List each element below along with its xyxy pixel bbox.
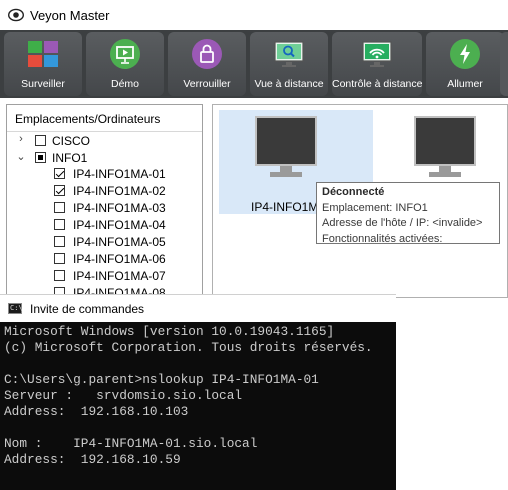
tree-item[interactable]: IP4-INFO1MA-06 bbox=[15, 251, 195, 268]
tree-header-label: Emplacements/Ordinateurs bbox=[15, 112, 161, 126]
remote-view-icon bbox=[274, 41, 304, 67]
console-line: Nom : IP4-INFO1MA-01.sio.local bbox=[4, 436, 258, 451]
tree-item[interactable]: IP4-INFO1MA-05 bbox=[15, 234, 195, 251]
monitor-button[interactable]: Surveiller bbox=[4, 32, 82, 96]
tooltip-status: Déconnecté bbox=[322, 186, 385, 198]
computer-checkbox[interactable] bbox=[54, 219, 65, 230]
tree-group-info1[interactable]: ⌄ INFO1 bbox=[15, 150, 195, 167]
lock-button[interactable]: Verrouiller bbox=[168, 32, 246, 96]
tooltip-address: Adresse de l'hôte / IP: <invalide> bbox=[322, 217, 483, 229]
console-line: (c) Microsoft Corporation. Tous droits r… bbox=[4, 340, 373, 355]
remote-view-button-label: Vue à distance bbox=[254, 78, 324, 90]
remote-control-button[interactable]: Contrôle à distance bbox=[332, 32, 422, 96]
toolbar-overflow-button[interactable] bbox=[500, 32, 508, 96]
demo-button-label: Démo bbox=[110, 78, 139, 90]
monitor-icon bbox=[255, 116, 317, 177]
cmd-titlebar: C:\ Invite de commandes bbox=[0, 294, 396, 322]
tree-item[interactable]: IP4-INFO1MA-07 bbox=[15, 268, 195, 285]
remote-control-button-label: Contrôle à distance bbox=[332, 78, 423, 90]
tree-header: Emplacements/Ordinateurs bbox=[7, 105, 202, 132]
group-checkbox[interactable] bbox=[35, 152, 46, 163]
group-checkbox[interactable] bbox=[35, 135, 46, 146]
cmd-title: Invite de commandes bbox=[30, 302, 145, 316]
cmd-window: C:\ Invite de commandes Microsoft Window… bbox=[0, 294, 396, 490]
computer-checkbox[interactable] bbox=[54, 236, 65, 247]
tree-item[interactable]: IP4-INFO1MA-01 bbox=[15, 166, 195, 183]
power-on-icon bbox=[450, 39, 480, 69]
veyon-eye-icon bbox=[8, 8, 24, 22]
computer-checkbox[interactable] bbox=[54, 202, 65, 213]
demo-button[interactable]: Démo bbox=[86, 32, 164, 96]
chevron-down-icon[interactable]: ⌄ bbox=[15, 150, 27, 163]
cmd-icon-text: C:\ bbox=[10, 304, 23, 312]
monitor-button-label: Surveiller bbox=[21, 78, 65, 90]
tree-group-label: CISCO bbox=[52, 134, 91, 148]
tree-group-cisco[interactable]: › CISCO bbox=[15, 133, 195, 150]
toolbar: Surveiller Démo Verrouiller Vue à distan… bbox=[0, 30, 508, 98]
tooltip-location: Emplacement: INFO1 bbox=[322, 201, 428, 214]
remote-control-icon bbox=[362, 41, 392, 67]
tree-item-label: IP4-INFO1MA-01 bbox=[73, 167, 166, 181]
tree-item-label: IP4-INFO1MA-04 bbox=[73, 218, 166, 232]
computer-checkbox[interactable] bbox=[54, 185, 65, 196]
console-line: Address: 192.168.10.59 bbox=[4, 452, 181, 467]
computer-checkbox[interactable] bbox=[54, 270, 65, 281]
monitor-grid-icon bbox=[28, 41, 58, 67]
presentation-icon bbox=[110, 39, 140, 69]
veyon-titlebar: Veyon Master bbox=[0, 0, 508, 30]
console-line: Serveur : srvdomsio.sio.local bbox=[4, 388, 243, 403]
tree-item[interactable]: IP4-INFO1MA-02 bbox=[15, 183, 195, 200]
tree-item-label: IP4-INFO1MA-03 bbox=[73, 201, 166, 215]
tree-item[interactable]: IP4-INFO1MA-03 bbox=[15, 200, 195, 217]
tree-group-label: INFO1 bbox=[52, 151, 88, 165]
tree-item-label: IP4-INFO1MA-07 bbox=[73, 269, 166, 283]
window-title: Veyon Master bbox=[30, 8, 110, 23]
locations-tree: Emplacements/Ordinateurs › CISCO ⌄ INFO1… bbox=[6, 104, 203, 298]
computer-checkbox[interactable] bbox=[54, 253, 65, 264]
chevron-right-icon[interactable]: › bbox=[15, 133, 27, 145]
tree-item-label: IP4-INFO1MA-06 bbox=[73, 252, 166, 266]
console-line: Address: 192.168.10.103 bbox=[4, 404, 189, 419]
tree-item[interactable]: IP4-INFO1MA-04 bbox=[15, 217, 195, 234]
tooltip-features: Fonctionnalités activées: bbox=[322, 232, 443, 245]
power-on-button[interactable]: Allumer bbox=[426, 32, 504, 96]
console-line: C:\Users\g.parent>nslookup IP4-INFO1MA-0… bbox=[4, 372, 319, 387]
console-line: Microsoft Windows [version 10.0.19043.11… bbox=[4, 324, 335, 339]
lock-button-label: Verrouiller bbox=[183, 78, 231, 90]
tree-item-label: IP4-INFO1MA-05 bbox=[73, 235, 166, 249]
computer-checkbox[interactable] bbox=[54, 168, 65, 179]
cmd-icon: C:\ bbox=[8, 303, 23, 314]
monitor-icon bbox=[414, 116, 476, 177]
computer-tooltip: Déconnecté Emplacement: INFO1 Adresse de… bbox=[316, 182, 500, 245]
power-on-button-label: Allumer bbox=[447, 78, 483, 90]
lock-icon bbox=[192, 39, 222, 69]
cmd-console[interactable]: Microsoft Windows [version 10.0.19043.11… bbox=[0, 322, 396, 490]
tree-item-label: IP4-INFO1MA-02 bbox=[73, 184, 166, 198]
remote-view-button[interactable]: Vue à distance bbox=[250, 32, 328, 96]
